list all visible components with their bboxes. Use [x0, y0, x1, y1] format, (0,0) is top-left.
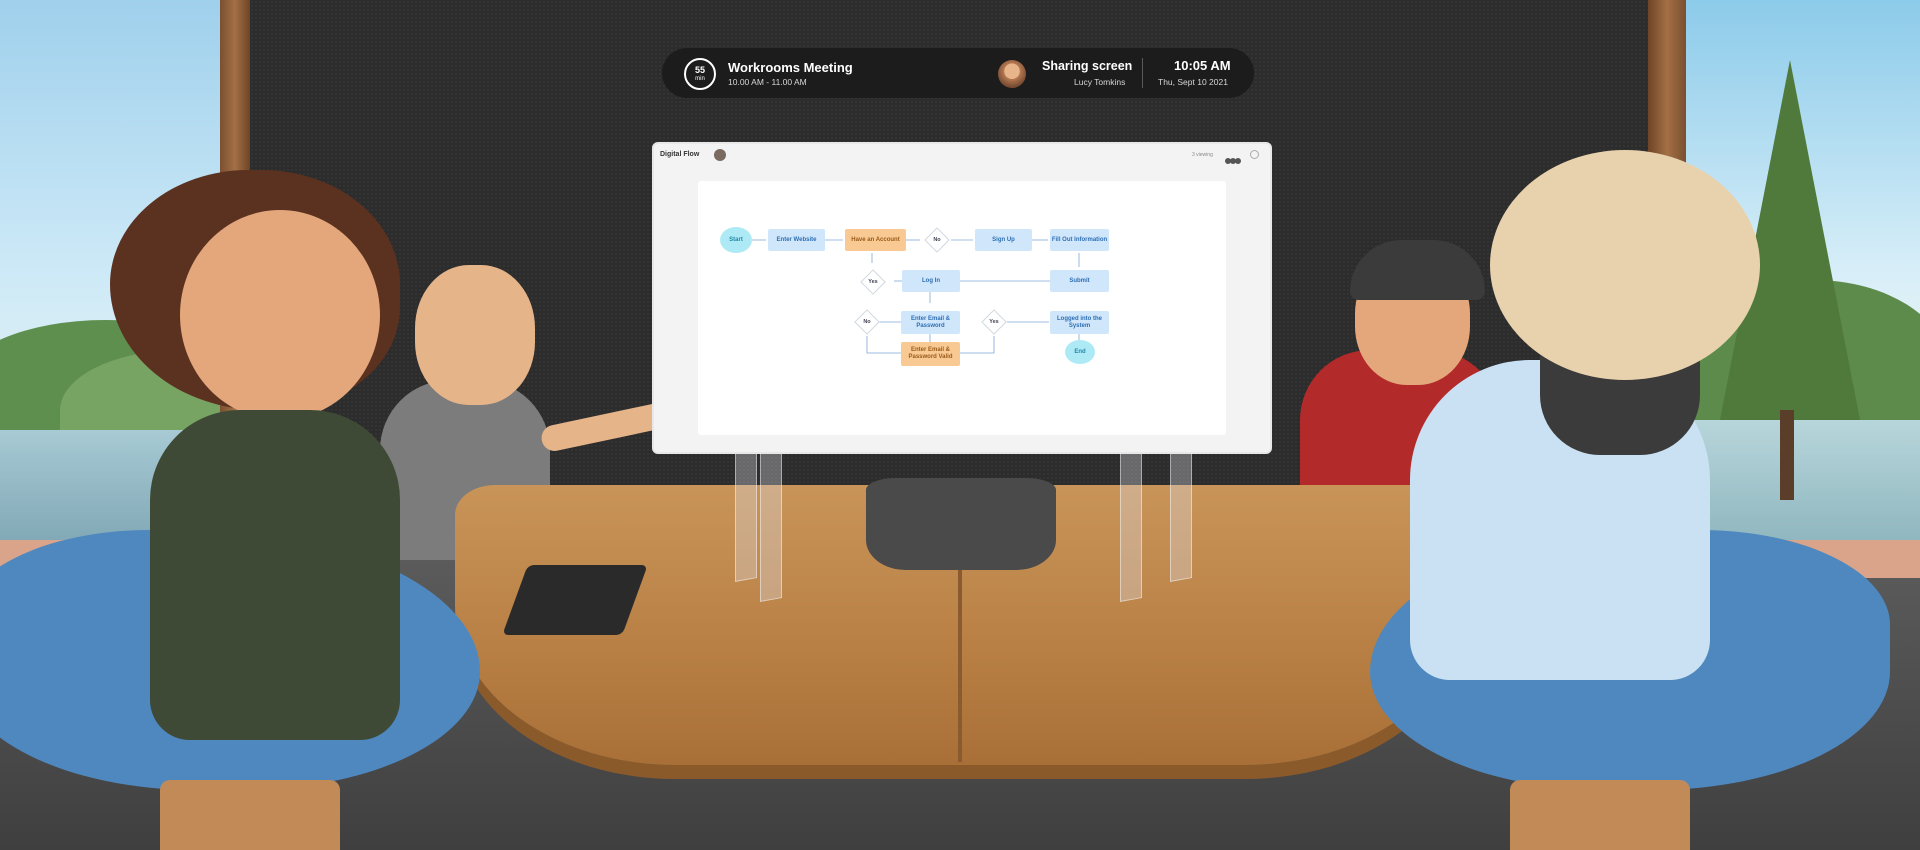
timer-icon: 55 min	[684, 58, 716, 90]
current-time: 10:05 AM	[1174, 58, 1231, 73]
meeting-time-range: 10.00 AM - 11.00 AM	[728, 77, 807, 87]
flow-decision-no-2[interactable]: No	[854, 309, 880, 335]
document-owner-avatar[interactable]	[714, 149, 726, 161]
avatar-man-grey-shirt-head	[415, 265, 535, 405]
decision-label: Yes	[989, 319, 999, 325]
presenter-name: Lucy Tomkins	[1074, 77, 1126, 87]
flow-node-start[interactable]: Start	[720, 227, 752, 253]
decision-label: No	[863, 319, 871, 325]
connector	[866, 336, 901, 354]
flow-node-enter-email[interactable]: Enter Email & Password	[901, 311, 960, 334]
document-title: Digital Flow	[660, 151, 700, 158]
viewer-avatar	[1235, 158, 1241, 164]
flow-node-email-valid[interactable]: Enter Email & Password Valid	[901, 342, 960, 366]
decision-label: Yes	[868, 279, 878, 285]
viewer-avatars[interactable]	[1225, 151, 1243, 164]
timer-value: 55	[694, 65, 705, 75]
flow-node-fill-information[interactable]: Fill Out Information	[1050, 229, 1109, 251]
current-date: Thu, Sept 10 2021	[1158, 77, 1228, 87]
connector	[960, 336, 995, 354]
flow-decision-yes[interactable]: Yes	[860, 269, 886, 295]
bar-divider	[1142, 58, 1143, 88]
timer-unit: min	[695, 76, 705, 82]
flow-node-submit[interactable]: Submit	[1050, 270, 1109, 292]
avatar-woman-floral-body	[150, 410, 400, 740]
settings-icon[interactable]	[1250, 150, 1259, 159]
meeting-title: Workrooms Meeting	[728, 60, 853, 75]
flowchart-canvas[interactable]: Start Enter Website Have an Account No S…	[698, 181, 1226, 435]
avatar-woman-blonde-bun-head	[1490, 150, 1760, 380]
keyboard[interactable]	[502, 565, 648, 635]
flow-node-have-account[interactable]: Have an Account	[845, 229, 906, 251]
pine-tree-trunk	[1780, 410, 1794, 500]
flow-node-log-in[interactable]: Log In	[902, 270, 960, 292]
sharing-screen-label: Sharing screen	[1042, 59, 1133, 73]
flow-node-end[interactable]: End	[1065, 340, 1095, 364]
viewing-count: 3 viewing	[1192, 152, 1213, 158]
presenter-avatar[interactable]	[998, 60, 1026, 88]
chair-base-left	[160, 780, 340, 850]
glass-divider	[1120, 438, 1142, 602]
avatar-woman-floral-head	[180, 210, 380, 420]
screen-stand-base	[866, 478, 1056, 570]
flow-node-logged-in[interactable]: Logged into the System	[1050, 311, 1109, 334]
flow-decision-no[interactable]: No	[924, 227, 950, 253]
flow-node-sign-up[interactable]: Sign Up	[975, 229, 1032, 251]
flowchart-connectors	[752, 239, 1080, 354]
chair-base-right	[1510, 780, 1690, 850]
screen-header: Digital Flow 3 viewing	[654, 144, 1270, 166]
flow-decision-yes-2[interactable]: Yes	[981, 309, 1007, 335]
shared-screen[interactable]: Digital Flow 3 viewing Start Enter Websi…	[654, 144, 1270, 452]
meeting-info-bar: 55 min Workrooms Meeting 10.00 AM - 11.0…	[662, 48, 1254, 98]
glass-divider	[760, 438, 782, 602]
decision-label: No	[933, 237, 941, 243]
flow-node-enter-website[interactable]: Enter Website	[768, 229, 825, 251]
